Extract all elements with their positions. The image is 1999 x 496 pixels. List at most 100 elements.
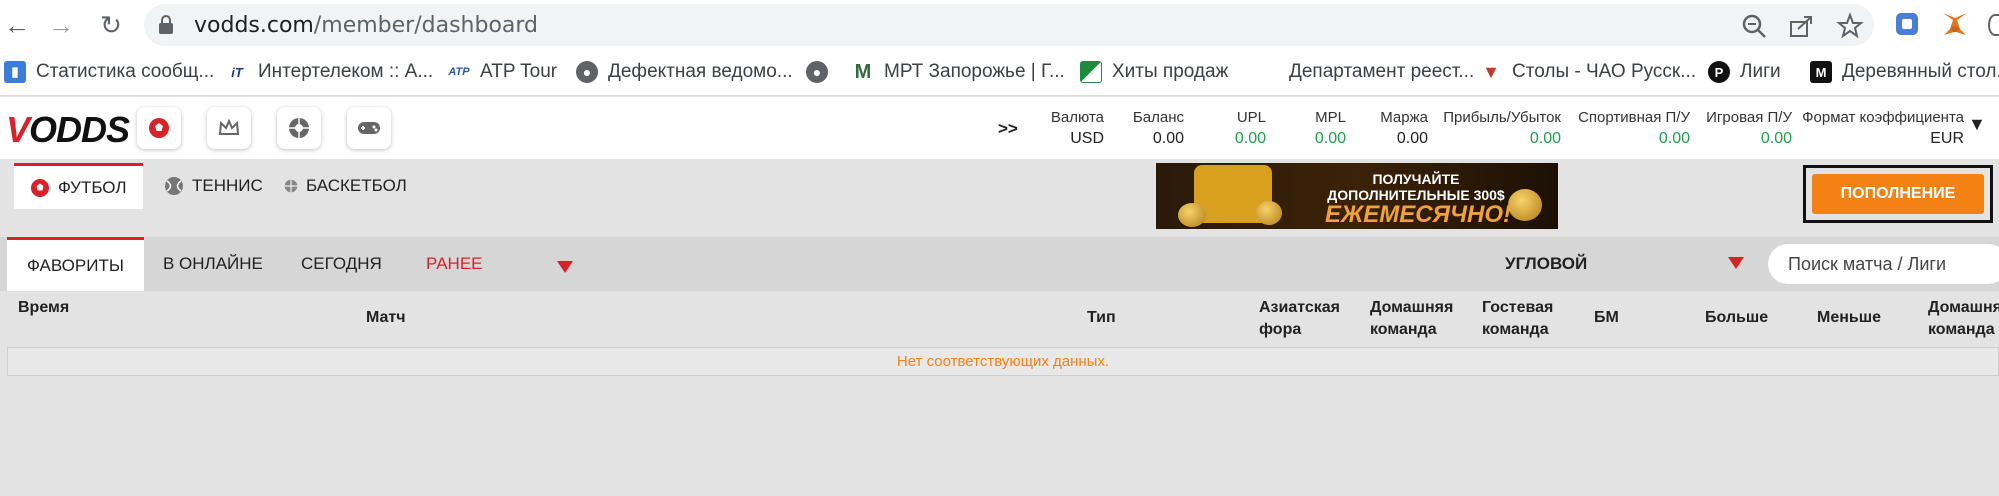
url-domain: vodds.com [194,13,314,38]
bookmark-label: МРТ Запорожье | Г... [884,61,1065,82]
stat-label: Валюта [1050,109,1104,126]
deposit-button[interactable]: ПОПОЛНЕНИЕ [1812,174,1984,214]
tab-menu-icon[interactable] [1988,14,1999,36]
tables-icon: ▼ [1482,61,1500,82]
bookmark-label: Хиты продаж [1112,61,1229,82]
bookmark-item[interactable]: ● [806,58,838,86]
banner-line1: ПОЛУЧАЙТЕ [1372,171,1460,187]
stat-value: 0.00 [1760,130,1792,147]
tab-label: ТЕННИС [192,176,263,195]
star-icon[interactable] [1836,12,1864,40]
bookmark-label: Статистика сообщ... [36,61,215,82]
share-icon[interactable] [1788,12,1816,40]
stat-odds-format[interactable]: Формат коэффициента EUR [1800,109,1964,148]
stat-value: 0.00 [1396,130,1428,147]
deposit-highlight: ПОПОЛНЕНИЕ [1803,165,1993,223]
promo-banner[interactable]: ПОЛУЧАЙТЕ ДОПОЛНИТЕЛЬНЫЕ 300$ ЕЖЕМЕСЯЧНО… [1156,163,1558,229]
stat-value: 0.00 [1529,130,1561,147]
bookmark-item[interactable]: iT Интертелеком :: А... [226,58,433,86]
stat-currency: Валюта USD [1040,109,1104,148]
bookmark-item[interactable]: ▮ Статистика сообщ... [4,58,214,86]
tab-live[interactable]: В ОНЛАЙНЕ [163,237,263,291]
tab-favorites[interactable]: ФАВОРИТЫ [7,237,144,291]
bookmark-item[interactable]: ● Дефектная ведомо... [576,58,793,86]
logo-v: V [6,109,30,150]
crown-mode-button[interactable] [207,107,251,149]
forward-icon[interactable]: → [44,8,78,42]
col-asian-handicap: Азиатская фора [1259,297,1340,341]
url-text: vodds.com/member/dashboard [194,13,538,38]
football-mode-button[interactable] [137,107,181,149]
extension-icon[interactable] [1892,9,1922,39]
bookmark-item[interactable]: Департамент реест... [1289,58,1474,86]
col-time: Время [18,299,70,316]
tab-today[interactable]: СЕГОДНЯ [301,237,382,291]
col-home-team: Домашняя команда [1370,297,1453,341]
col-type: Тип [1087,309,1116,326]
banner-line3: ЕЖЕМЕСЯЧНО! [1324,201,1512,228]
address-bar[interactable]: vodds.com/member/dashboard [144,4,1874,46]
tab-label: БАСКЕТБОЛ [306,176,407,195]
stat-gaming-pl: Игровая П/У 0.00 [1700,109,1792,148]
odds-format-dropdown-icon[interactable]: ▼ [1968,114,1986,135]
search-placeholder: Поиск матча / Лиги [1788,253,1946,274]
stat-sports-pl: Спортивная П/У 0.00 [1570,109,1690,148]
globe-icon: ● [806,61,828,83]
tab-football[interactable]: ФУТБОЛ [14,163,143,209]
browser-toolbar: ← → ↻ vodds.com/member/dashboard [0,0,1999,50]
tab-basketball[interactable]: БАСКЕТБОЛ [268,163,423,209]
bookmark-item[interactable]: ATP ATP Tour [448,58,557,86]
bookmark-item[interactable]: ▼ Столы - ЧАО Русск... [1480,58,1696,86]
filter-tab-bar: ФАВОРИТЫ В ОНЛАЙНЕ СЕГОДНЯ РАНЕЕ УГЛОВОЙ… [0,237,1999,291]
col-match: Матч [366,309,406,326]
search-input[interactable]: Поиск матча / Лиги [1768,244,1999,284]
stat-label: Игровая П/У [1706,109,1792,126]
vodds-logo[interactable]: VODDS [6,109,130,151]
tab-early[interactable]: РАНЕЕ [426,237,483,291]
expand-stats-button[interactable]: >> [998,119,1018,139]
reload-icon[interactable]: ↻ [94,8,128,42]
stat-value: USD [1070,130,1104,147]
bookmarks-bar: ▮ Статистика сообщ... iT Интертелеком ::… [0,50,1999,96]
bookmark-label: Лиги [1740,61,1781,82]
casino-mode-button[interactable] [277,107,321,149]
bookmark-label: Дефектная ведомо... [608,61,793,82]
stat-margin: Маржа 0.00 [1368,109,1428,148]
col-label: команда [1928,321,1995,338]
coin-illustration [1178,203,1206,227]
sports-tab-bar: ФУТБОЛ ТЕННИС БАСКЕТБОЛ ПОЛУЧАЙТЕ ДОПОЛН… [0,159,1999,235]
bookmark-item[interactable]: Хиты продаж [1080,58,1228,86]
lock-icon[interactable] [158,15,174,35]
crown-icon [218,118,240,135]
tab-tennis[interactable]: ТЕННИС [148,163,279,209]
odds-table-header: Время Матч Тип Азиатская фора Домашняя к… [0,291,1999,347]
chevron-down-icon[interactable] [557,261,573,273]
stat-value: 0.00 [1658,130,1690,147]
col-home-team-2: Домашня команда [1928,297,1999,341]
mrt-icon: M [854,60,872,83]
bookmark-item[interactable]: P Лиги [1708,58,1781,86]
col-label: фора [1259,321,1302,338]
market-type-label[interactable]: УГЛОВОЙ [1505,254,1587,274]
bookmark-item[interactable]: M МРТ Запорожье | Г... [852,58,1065,86]
sales-icon [1080,61,1102,83]
stat-label: Спортивная П/У [1578,109,1690,126]
url-path: /member/dashboard [313,13,539,38]
chevron-down-icon[interactable] [1728,257,1744,269]
stat-label: UPL [1236,109,1266,126]
empty-table-message: Нет соответствующих данных. [7,347,1999,376]
banner-headline: ПОЛУЧАЙТЕ ДОПОЛНИТЕЛЬНЫЕ 300$ [1296,171,1536,203]
col-bm: БМ [1594,309,1619,326]
stat-label: Формат коэффициента [1802,109,1964,126]
zoom-icon[interactable] [1740,12,1768,40]
col-over: Больше [1705,309,1769,326]
stat-value: 0.00 [1234,130,1266,147]
gamepad-icon [358,122,380,134]
back-icon[interactable]: ← [0,8,34,42]
games-mode-button[interactable] [347,107,391,149]
col-label: Азиатская [1259,299,1341,316]
stat-mpl: MPL 0.00 [1286,109,1346,148]
bookmark-item[interactable]: M Деревянный стол... [1810,58,1999,86]
site-header: VODDS >> Валюта USD Баланс 0.00 UPL 0.00… [0,97,1999,159]
metamask-icon[interactable] [1940,9,1970,39]
